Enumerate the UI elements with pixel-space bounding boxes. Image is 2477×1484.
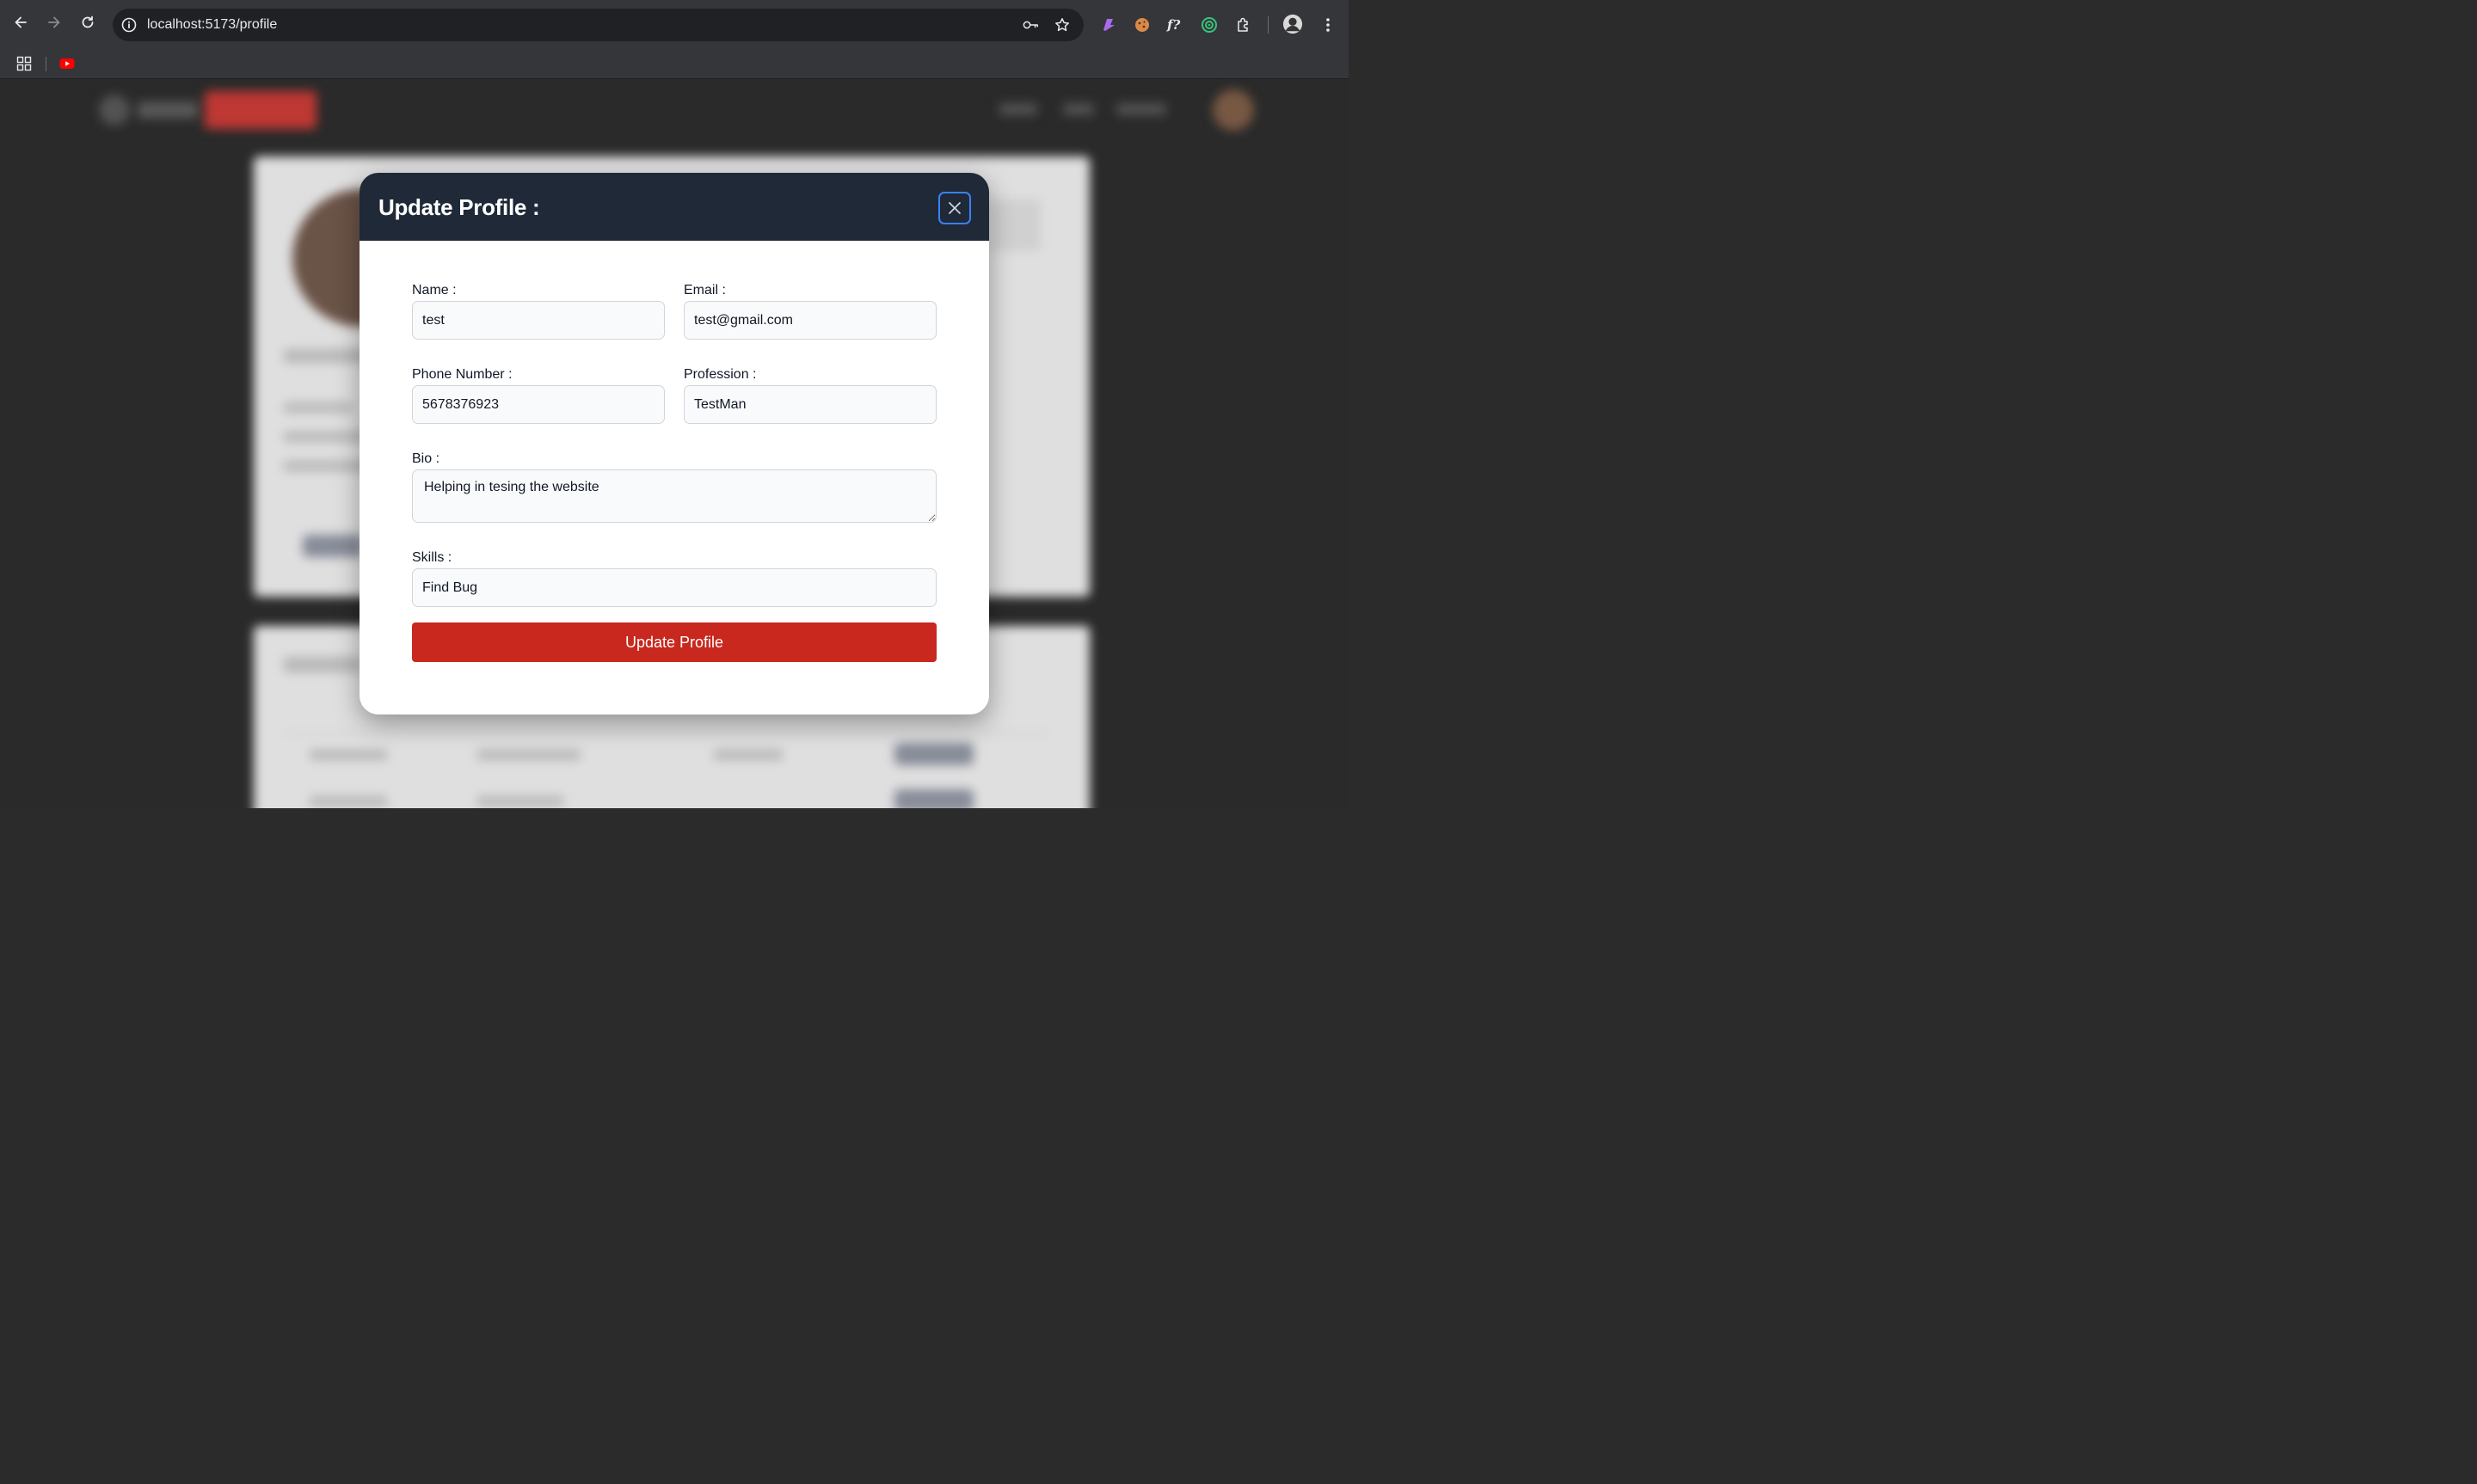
skills-input[interactable]: [412, 568, 937, 607]
bio-textarea[interactable]: Helping in tesing the website: [412, 469, 937, 523]
target-extension-icon[interactable]: [1199, 15, 1220, 35]
update-profile-button[interactable]: Update Profile: [412, 622, 937, 662]
youtube-bookmark-icon[interactable]: [59, 56, 75, 76]
update-profile-dialog: Update Profile : Name : Email : Phone Nu…: [360, 173, 989, 714]
profession-label: Profession :: [684, 367, 757, 382]
address-bar[interactable]: localhost:5173/profile: [113, 9, 1084, 41]
browser-toolbar: localhost:5173/profile f?: [0, 0, 1349, 50]
bio-label: Bio :: [412, 451, 440, 466]
puzzle-extensions-icon[interactable]: [1233, 15, 1254, 35]
reload-button[interactable]: [77, 11, 99, 34]
email-input[interactable]: [684, 301, 937, 340]
skills-label: Skills :: [412, 550, 452, 565]
back-button[interactable]: [9, 11, 32, 34]
close-button[interactable]: [938, 192, 971, 224]
url-text: localhost:5173/profile: [147, 17, 278, 32]
phone-label: Phone Number :: [412, 367, 513, 382]
back-arrow-icon: [15, 16, 27, 28]
name-input[interactable]: [412, 301, 665, 340]
name-label: Name :: [412, 283, 457, 297]
cookie-extension-icon[interactable]: [1132, 15, 1152, 35]
profession-input[interactable]: [684, 385, 937, 424]
forward-button[interactable]: [43, 11, 65, 34]
phone-input[interactable]: [412, 385, 665, 424]
site-info-icon[interactable]: [120, 16, 138, 34]
font-extension-icon[interactable]: f?: [1165, 15, 1186, 35]
svg-text:f?: f?: [1166, 17, 1180, 33]
toolbar-divider: [1268, 16, 1269, 34]
more-menu-icon[interactable]: [1318, 15, 1338, 35]
extension-purple-icon[interactable]: [1098, 15, 1119, 35]
bookmarks-bar: [0, 50, 1349, 79]
email-label: Email :: [684, 283, 726, 297]
apps-grid-icon[interactable]: [16, 56, 32, 76]
forward-arrow-icon: [48, 16, 60, 28]
profile-avatar[interactable]: [1282, 14, 1303, 34]
reload-icon: [82, 15, 94, 28]
password-key-icon[interactable]: [1023, 16, 1040, 34]
dialog-header: Update Profile :: [360, 173, 989, 241]
close-icon: [949, 202, 961, 214]
bookmark-star-icon[interactable]: [1054, 16, 1071, 34]
dialog-title: Update Profile :: [378, 194, 540, 220]
